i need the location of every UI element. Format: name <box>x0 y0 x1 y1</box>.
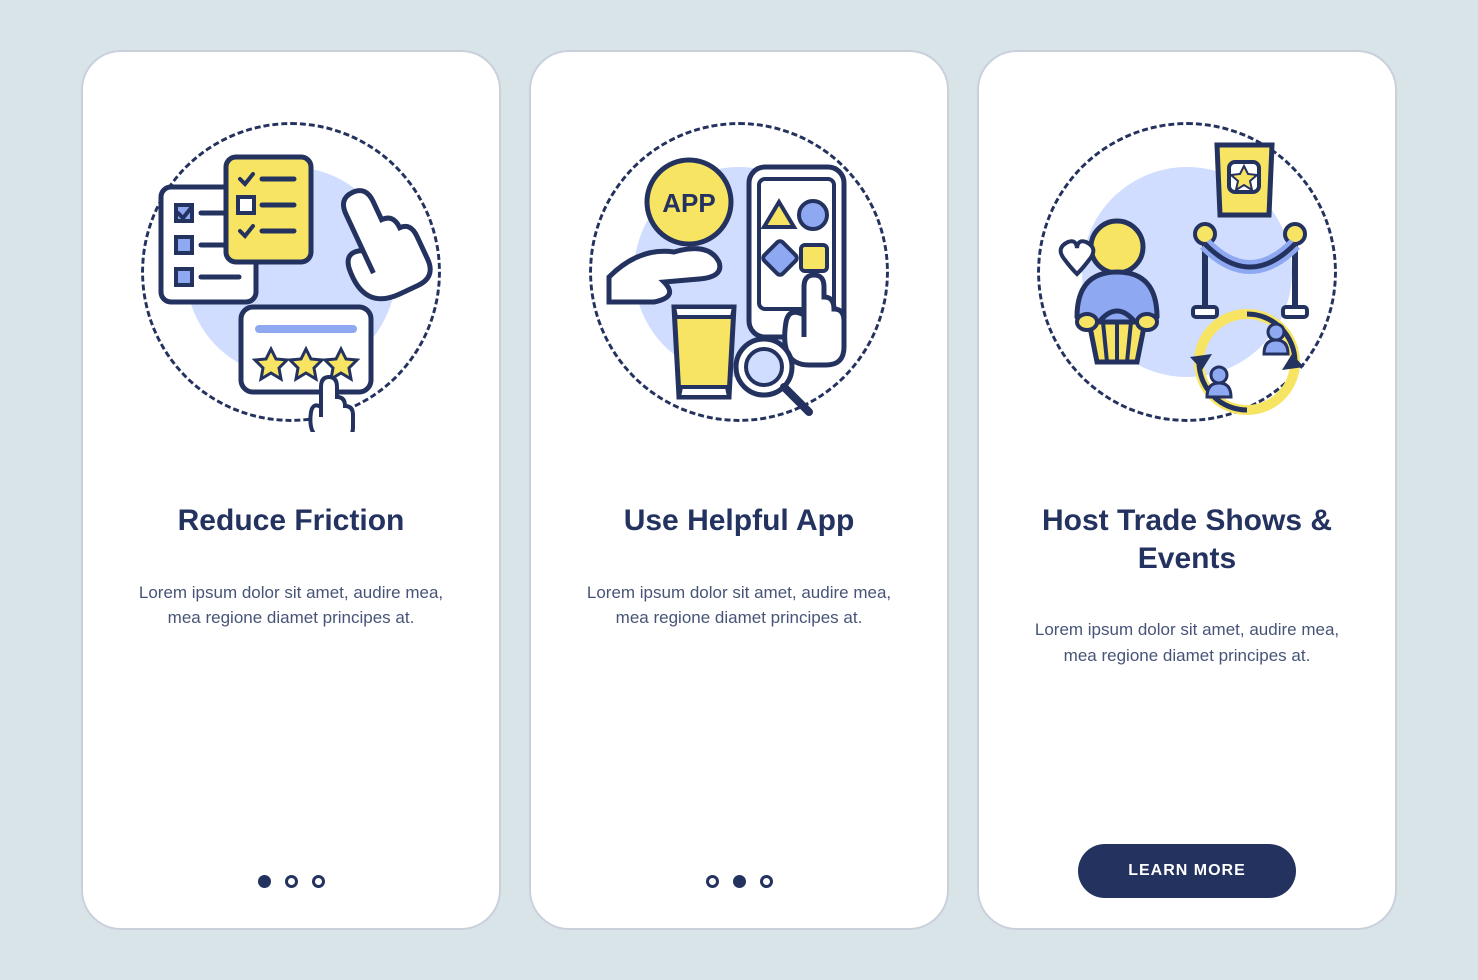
illustration-trade-shows <box>1027 112 1347 432</box>
learn-more-button[interactable]: LEARN MORE <box>1078 844 1296 898</box>
trade-shows-icon <box>1027 112 1347 432</box>
dot-3[interactable] <box>312 875 325 888</box>
dot-1[interactable] <box>706 875 719 888</box>
pagination-dots <box>706 875 773 888</box>
card-title: Reduce Friction <box>178 502 405 540</box>
card-title: Use Helpful App <box>624 502 855 540</box>
illustration-helpful-app: APP <box>579 112 899 432</box>
card-description: Lorem ipsum dolor sit amet, audire mea, … <box>584 580 894 631</box>
dot-1[interactable] <box>258 875 271 888</box>
dot-3[interactable] <box>760 875 773 888</box>
dot-2[interactable] <box>285 875 298 888</box>
card-description: Lorem ipsum dolor sit amet, audire mea, … <box>1032 617 1342 668</box>
dot-2[interactable] <box>733 875 746 888</box>
card-title: Host Trade Shows & Events <box>1013 502 1361 577</box>
onboarding-card-1: Reduce Friction Lorem ipsum dolor sit am… <box>81 50 501 930</box>
onboarding-card-3: Host Trade Shows & Events Lorem ipsum do… <box>977 50 1397 930</box>
pagination-dots <box>258 875 325 888</box>
onboarding-card-2: APP <box>529 50 949 930</box>
card-description: Lorem ipsum dolor sit amet, audire mea, … <box>136 580 446 631</box>
reduce-friction-icon <box>131 112 451 432</box>
illustration-reduce-friction <box>131 112 451 432</box>
helpful-app-icon: APP <box>579 112 899 432</box>
svg-text:APP: APP <box>662 188 715 218</box>
